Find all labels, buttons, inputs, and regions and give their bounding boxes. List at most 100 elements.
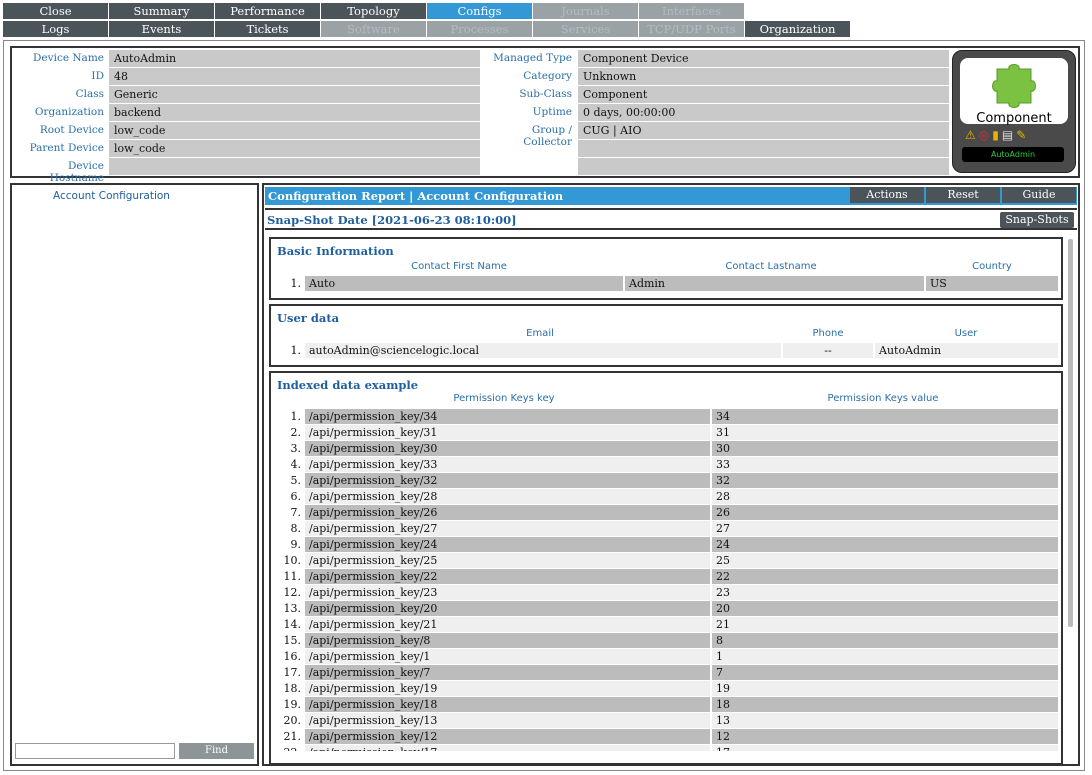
table-row: 9./api/permission_key/24 24 [275, 537, 1059, 553]
guide-button[interactable]: Guide [1002, 187, 1076, 203]
field-value: Unknown [578, 68, 949, 85]
table-row: 3./api/permission_key/30 30 [275, 441, 1059, 457]
row-number: 15. [283, 634, 302, 647]
tab-tickets[interactable]: Tickets [215, 21, 320, 37]
field-value: backend [109, 104, 480, 121]
table-row: 8./api/permission_key/27 27 [275, 521, 1059, 537]
basic-information-section: Basic Information Contact First Name Cont… [269, 237, 1063, 300]
wrench-icon[interactable]: ✎ [1016, 128, 1029, 142]
table-cell: 33 [712, 457, 1058, 472]
field-label: Root Device [39, 124, 104, 136]
badge-icon-area: Component [960, 58, 1068, 126]
table-cell: 28 [712, 489, 1058, 504]
lifebuoy-icon[interactable]: ◎ [979, 128, 992, 142]
left-navigation-panel: Account Configuration Find [10, 183, 259, 766]
row-number: 19. [283, 698, 302, 711]
table-cell: 26 [712, 505, 1058, 520]
row-number: 12. [283, 586, 302, 599]
table-cell: /api/permission_key/33 [305, 457, 710, 472]
column-header: Contact First Name [411, 261, 507, 272]
table-cell: /api/permission_key/27 [305, 521, 710, 536]
table-row: 5./api/permission_key/32 32 [275, 473, 1059, 489]
tab-topology[interactable]: Topology [321, 3, 426, 19]
printer-icon[interactable]: ▤ [1002, 128, 1016, 142]
table-cell: -- [783, 343, 873, 358]
find-button[interactable]: Find [179, 743, 254, 759]
tab-software: Software [321, 21, 426, 37]
table-cell: 13 [712, 713, 1058, 728]
tab-tcp-udp-ports: TCP/UDP Ports [639, 21, 744, 37]
vertical-scrollbar[interactable] [1067, 237, 1075, 767]
table-cell: /api/permission_key/21 [305, 617, 710, 632]
table-cell: 19 [712, 681, 1058, 696]
table-row: 16./api/permission_key/1 1 [275, 649, 1059, 665]
table-row: 19./api/permission_key/18 18 [275, 697, 1059, 713]
tab-organization[interactable]: Organization [745, 21, 850, 37]
table-row: 15./api/permission_key/8 8 [275, 633, 1059, 649]
find-input[interactable] [15, 743, 175, 759]
table-cell: 1 [712, 649, 1058, 664]
table-row: 21./api/permission_key/12 12 [275, 729, 1059, 745]
reset-button[interactable]: Reset [926, 187, 1000, 203]
tab-events[interactable]: Events [109, 21, 214, 37]
device-panel: Component ⚠◎▮▤✎ AutoAdmin Device Name Aut… [3, 40, 1085, 771]
field-label: Uptime [532, 106, 572, 118]
table-cell: 22 [712, 569, 1058, 584]
row-number: 1. [290, 410, 302, 423]
field-label: Class [75, 88, 104, 100]
tab-close[interactable]: Close [3, 3, 108, 19]
table-cell: /api/permission_key/30 [305, 441, 710, 456]
actions-button[interactable]: Actions [850, 187, 924, 203]
table-cell: /api/permission_key/8 [305, 633, 710, 648]
row-number: 16. [283, 650, 302, 663]
tab-summary[interactable]: Summary [109, 3, 214, 19]
account-configuration-link[interactable]: Account Configuration [53, 190, 170, 202]
table-row: 1./api/permission_key/34 34 [275, 409, 1059, 425]
table-cell: autoAdmin@sciencelogic.local [305, 343, 781, 358]
field-value [578, 140, 949, 157]
table-cell: 8 [712, 633, 1058, 648]
tab-services: Services [533, 21, 638, 37]
table-row: 6./api/permission_key/28 28 [275, 489, 1059, 505]
table-row: 18./api/permission_key/19 19 [275, 681, 1059, 697]
row-number: 21. [283, 730, 302, 743]
row-number: 17. [283, 666, 302, 679]
table-row: 1. autoAdmin@sciencelogic.local -- AutoAdmi… [275, 343, 1059, 359]
table-cell: 30 [712, 441, 1058, 456]
snapshots-button[interactable]: Snap-Shots [1000, 212, 1074, 228]
table-cell: /api/permission_key/28 [305, 489, 710, 504]
field-value: CUG | AIO [578, 122, 949, 139]
row-number: 5. [290, 474, 302, 487]
table-cell: 31 [712, 425, 1058, 440]
row-number: 13. [283, 602, 302, 615]
row-number: 1. [290, 344, 302, 357]
row-number: 6. [290, 490, 302, 503]
row-number: 4. [290, 458, 302, 471]
indexed-table: 1./api/permission_key/34 34 2./api/permiss… [271, 409, 1061, 751]
tab-processes: Processes [427, 21, 532, 37]
field-value: Generic [109, 86, 480, 103]
section-title: Indexed data example [277, 378, 419, 392]
table-cell: /api/permission_key/22 [305, 569, 710, 584]
tab-logs[interactable]: Logs [3, 21, 108, 37]
badge-device-name: AutoAdmin [962, 147, 1064, 162]
field-value [109, 158, 480, 175]
warning-icon[interactable]: ⚠ [965, 128, 979, 142]
table-row: 2./api/permission_key/31 31 [275, 425, 1059, 441]
table-row: 7./api/permission_key/26 26 [275, 505, 1059, 521]
scrollbar-thumb[interactable] [1068, 239, 1073, 627]
table-cell: /api/permission_key/24 [305, 537, 710, 552]
row-number: 9. [290, 538, 302, 551]
tab-configs[interactable]: Configs [427, 3, 532, 19]
bar-chart-icon[interactable]: ▮ [992, 128, 1002, 142]
table-cell: /api/permission_key/31 [305, 425, 710, 440]
row-number: 2. [290, 426, 302, 439]
puzzle-icon [992, 64, 1036, 108]
table-cell: US [926, 276, 1058, 291]
field-label: Device Hostname [49, 160, 104, 184]
tab-performance[interactable]: Performance [215, 3, 320, 19]
row-number: 1. [290, 277, 302, 290]
row-number: 18. [283, 682, 302, 695]
field-label: Parent Device [29, 142, 104, 154]
table-cell: /api/permission_key/7 [305, 665, 710, 680]
